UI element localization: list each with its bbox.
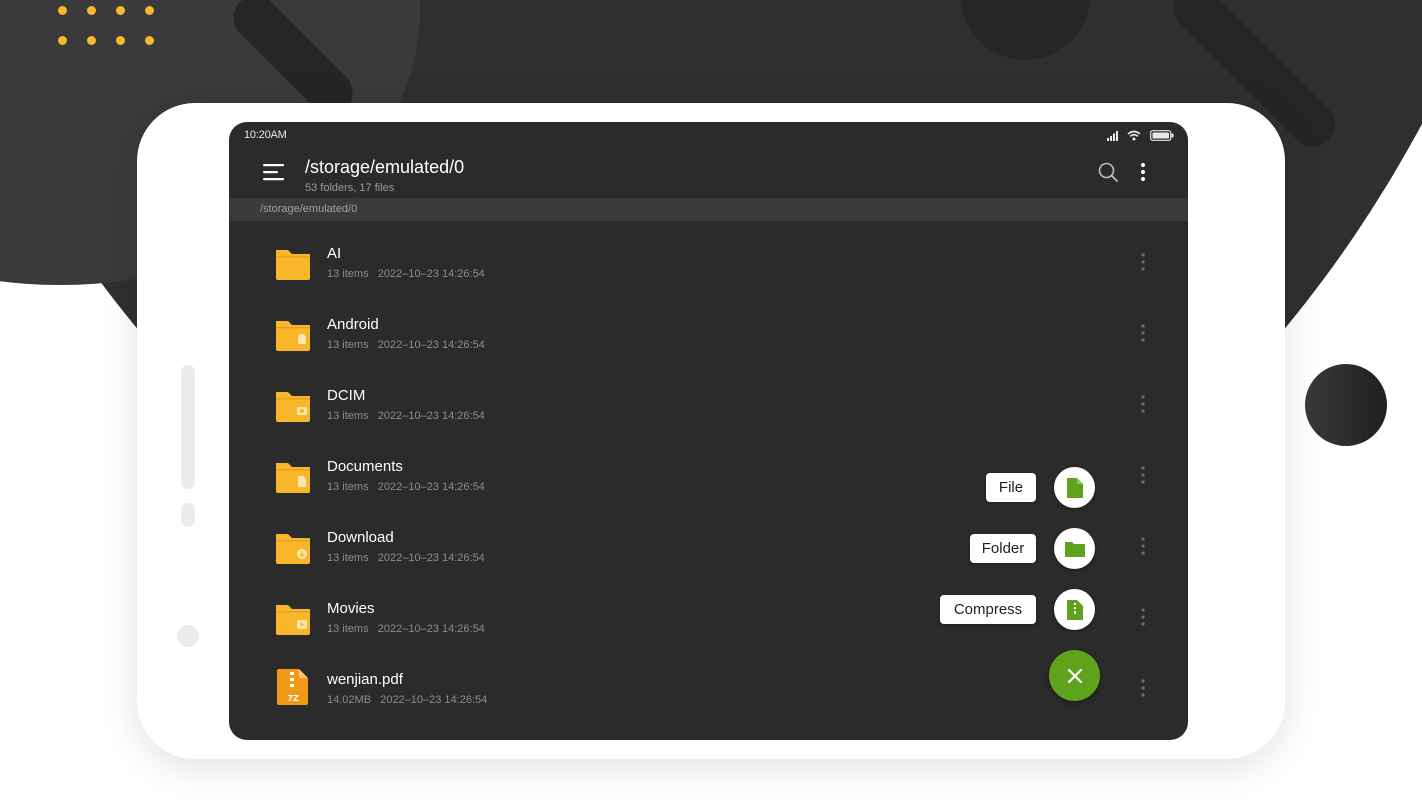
file-meta: 13 items 2022–10–23 14:26:54 [327, 339, 485, 351]
more-vertical-icon[interactable] [1133, 250, 1153, 274]
compress-icon [1066, 599, 1083, 620]
file-count: 13 items [327, 623, 369, 635]
new-file-icon [1066, 477, 1083, 498]
more-vertical-icon [1141, 163, 1145, 181]
new-folder-icon [1064, 541, 1085, 557]
file-meta: 13 items 2022–10–23 14:26:54 [327, 552, 485, 564]
list-item[interactable]: DCIM 13 items 2022–10–23 14:26:54 [229, 363, 1188, 434]
file-meta: 13 items 2022–10–23 14:26:54 [327, 481, 485, 493]
file-name: DCIM [327, 387, 366, 404]
close-icon [1067, 668, 1082, 683]
breadcrumb[interactable]: /storage/emulated/0 [229, 198, 1188, 221]
fab-compress-label[interactable]: Compress [940, 595, 1036, 624]
app-screen: 10:20AM /storage/emulated/0 53 folders, … [229, 122, 1188, 740]
file-date: 2022–10–23 14:26:54 [377, 410, 485, 422]
file-meta: 14.02MB 2022–10–23 14:26:54 [327, 694, 487, 706]
list-item[interactable]: AI 13 items 2022–10–23 14:26:54 [229, 221, 1188, 292]
file-count: 13 items [327, 268, 369, 280]
background-circle [1305, 364, 1387, 446]
file-meta: 13 items 2022–10–23 14:26:54 [327, 410, 485, 422]
file-meta: 13 items 2022–10–23 14:26:54 [327, 268, 485, 280]
more-vertical-icon[interactable] [1133, 321, 1153, 345]
status-time: 10:20AM [244, 129, 287, 141]
menu-icon [263, 164, 284, 181]
folder-android-icon [276, 321, 310, 351]
archive-7z-icon: 7Z [277, 669, 308, 705]
file-count: 13 items [327, 552, 369, 564]
new-file-button[interactable] [1054, 467, 1095, 508]
list-item[interactable]: Download 13 items 2022–10–23 14:26:54 [229, 505, 1188, 576]
folder-icon [276, 250, 310, 280]
more-vertical-icon[interactable] [1133, 676, 1153, 700]
more-options-button[interactable] [1133, 160, 1153, 184]
status-bar: 10:20AM [229, 122, 1188, 148]
menu-button[interactable] [262, 161, 286, 183]
file-count: 13 items [327, 339, 369, 351]
fab-file-label[interactable]: File [986, 473, 1036, 502]
tablet-camera [177, 625, 199, 647]
app-bar: /storage/emulated/0 53 folders, 17 files [229, 148, 1188, 198]
tablet-side-button [181, 503, 195, 527]
file-name: Download [327, 529, 394, 546]
compress-button[interactable] [1054, 589, 1095, 630]
file-name: AI [327, 245, 342, 262]
signal-icon [1107, 130, 1118, 141]
file-date: 2022–10–23 14:26:54 [377, 339, 485, 351]
file-date: 2022–10–23 14:26:54 [377, 623, 485, 635]
file-size: 14.02MB [327, 694, 372, 706]
list-item[interactable]: Documents 13 items 2022–10–23 14:26:54 [229, 434, 1188, 505]
file-count: 13 items [327, 410, 369, 422]
folder-movie-icon [276, 605, 310, 635]
new-folder-button[interactable] [1054, 528, 1095, 569]
status-icons [1107, 130, 1174, 141]
more-vertical-icon[interactable] [1133, 605, 1153, 629]
file-count: 13 items [327, 481, 369, 493]
list-item[interactable]: Android 13 items 2022–10–23 14:26:54 [229, 292, 1188, 363]
list-item[interactable]: Movies 13 items 2022–10–23 14:26:54 [229, 576, 1188, 647]
search-icon [1098, 162, 1118, 182]
battery-icon [1150, 130, 1174, 141]
file-date: 2022–10–23 14:26:54 [377, 268, 485, 280]
page-subtitle: 53 folders, 17 files [305, 182, 395, 194]
wifi-icon [1127, 130, 1141, 141]
folder-download-icon [276, 534, 310, 564]
tablet-volume-button [181, 365, 195, 489]
list-item[interactable]: 7Z wenjian.pdf 14.02MB 2022–10–23 14:26:… [229, 647, 1188, 718]
folder-document-icon [276, 463, 310, 493]
decorative-dots [58, 6, 168, 52]
page-title: /storage/emulated/0 [305, 157, 465, 177]
more-vertical-icon[interactable] [1133, 392, 1153, 416]
file-name: Movies [327, 600, 375, 617]
breadcrumb-path[interactable]: /storage/emulated/0 [260, 203, 357, 215]
more-vertical-icon[interactable] [1133, 534, 1153, 558]
file-name: Documents [327, 458, 403, 475]
svg-text:7Z: 7Z [287, 694, 299, 703]
search-button[interactable] [1097, 161, 1119, 183]
fab-close-button[interactable] [1049, 650, 1100, 701]
file-name: Android [327, 316, 379, 333]
file-name: wenjian.pdf [327, 671, 403, 688]
folder-camera-icon [276, 392, 310, 422]
file-meta: 13 items 2022–10–23 14:26:54 [327, 623, 485, 635]
file-date: 2022–10–23 14:26:54 [377, 481, 485, 493]
fab-folder-label[interactable]: Folder [970, 534, 1036, 563]
file-date: 2022–10–23 14:26:54 [377, 552, 485, 564]
more-vertical-icon[interactable] [1133, 463, 1153, 487]
file-date: 2022–10–23 14:26:54 [380, 694, 488, 706]
